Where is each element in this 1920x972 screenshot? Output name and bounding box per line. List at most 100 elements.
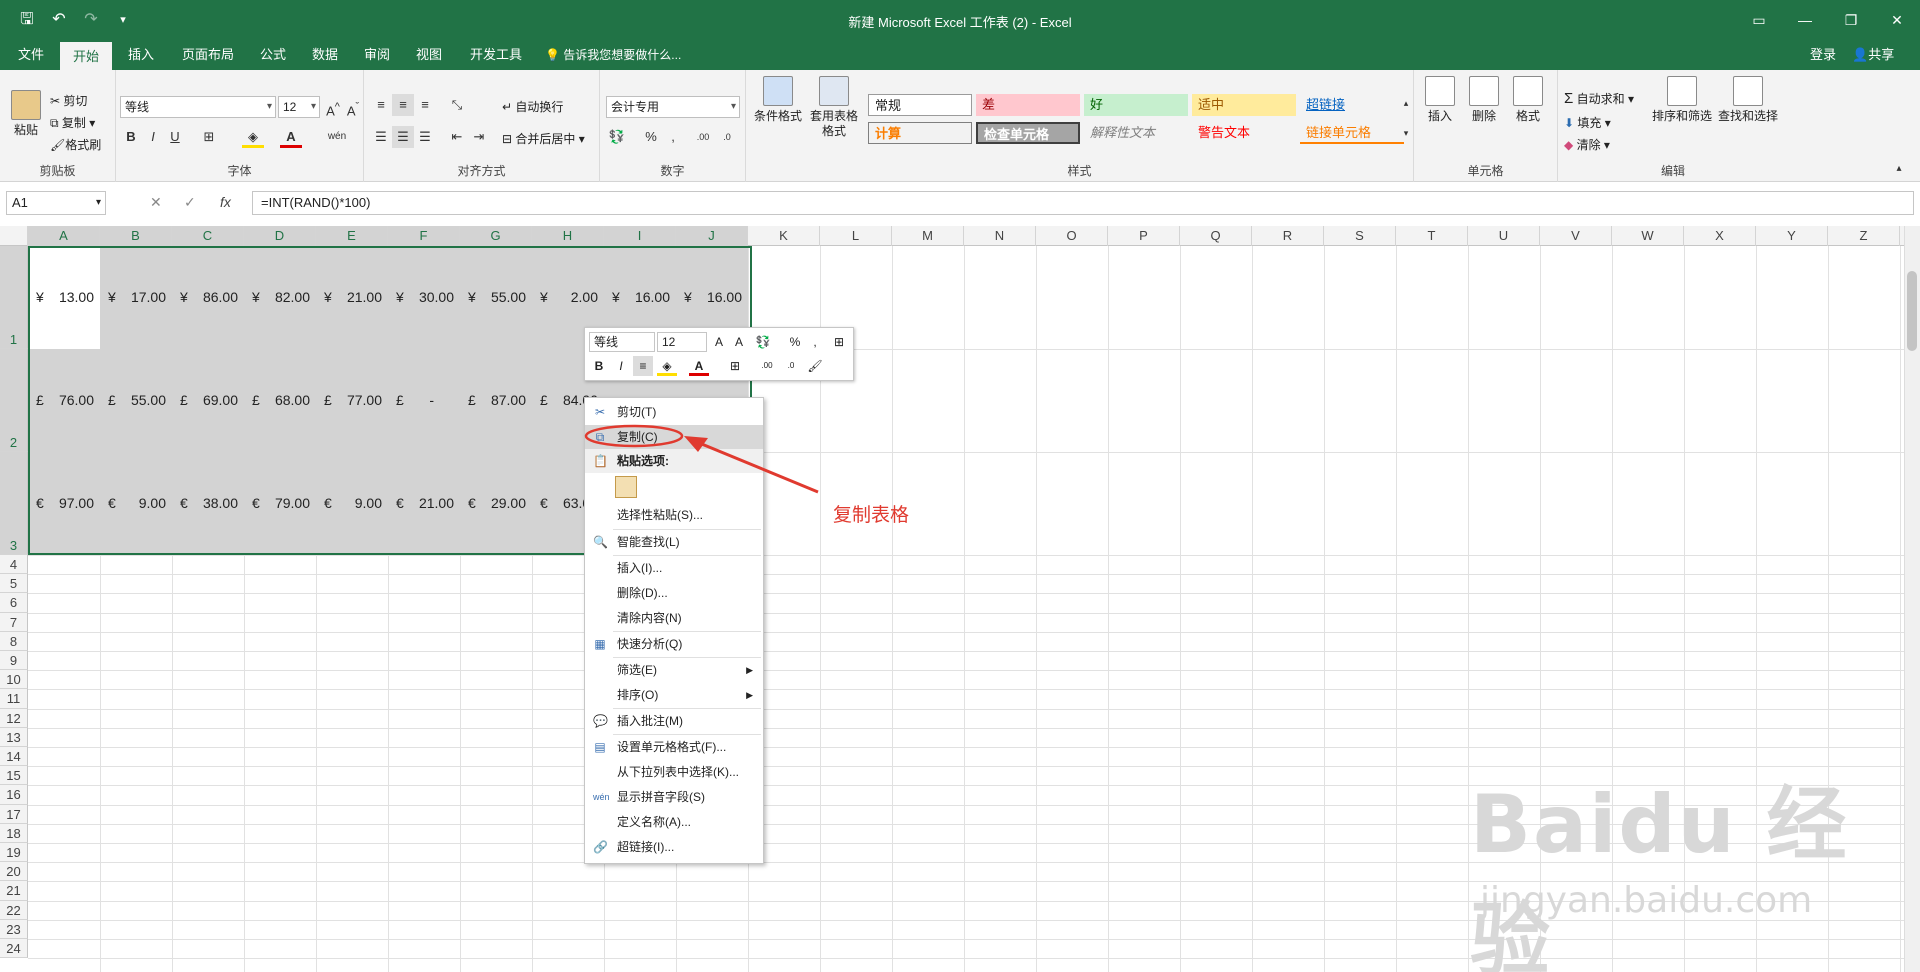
cell-g1[interactable]: ¥55.00 [460,288,532,308]
tab-insert[interactable]: 插入 [118,40,164,70]
row-header-14[interactable]: 14 [0,747,28,767]
column-header-q[interactable]: Q [1180,226,1252,246]
merge-center-button[interactable]: ⊟ 合并后居中 ▾ [502,130,585,147]
decrease-indent-icon[interactable]: ⇤ [446,126,468,148]
cell-e3[interactable]: €9.00 [316,494,388,514]
format-as-table-button[interactable]: 套用表格格式 [806,76,862,139]
cell-g2[interactable]: £87.00 [460,391,532,411]
style-warning[interactable]: 警告文本 [1192,122,1296,144]
column-header-t[interactable]: T [1396,226,1468,246]
increase-indent-icon[interactable]: ⇥ [468,126,490,148]
font-size-select[interactable]: 12 [278,96,320,118]
cell-b1[interactable]: ¥17.00 [100,288,172,308]
column-header-a[interactable]: A [28,226,100,246]
font-name-select[interactable]: 等线 [120,96,276,118]
row-header-12[interactable]: 12 [0,708,28,728]
cell-j1[interactable]: ¥16.00 [676,288,748,308]
paste-clipboard-icon[interactable] [615,476,637,498]
column-header-z[interactable]: Z [1828,226,1900,246]
orientation-icon[interactable]: ⤡ [446,94,468,116]
close-icon[interactable]: ✕ [1874,0,1920,40]
cell-i1[interactable]: ¥16.00 [604,288,676,308]
row-header-20[interactable]: 20 [0,862,28,882]
name-box[interactable]: A1 ▾ [6,191,106,215]
cell-a2[interactable]: £76.00 [28,391,100,411]
ribbon-display-icon[interactable]: ▭ [1736,0,1782,40]
row-header-4[interactable]: 4 [0,555,28,575]
restore-icon[interactable]: ❐ [1828,0,1874,40]
style-calculation[interactable]: 计算 [868,122,972,144]
menu-define-name[interactable]: 定义名称(A)... [585,810,763,834]
column-header-i[interactable]: I [604,226,676,246]
mini-size-select[interactable]: 12 [657,332,707,352]
enter-icon[interactable]: ✓ [184,194,196,211]
column-header-b[interactable]: B [100,226,172,246]
align-top-icon[interactable]: ≡ [370,94,392,116]
style-explanatory[interactable]: 解释性文本 [1084,122,1188,144]
cell-c3[interactable]: €38.00 [172,494,244,514]
cell-e2[interactable]: £77.00 [316,391,388,411]
shrink-font-icon[interactable]: Aˇ [342,96,364,118]
mini-font-select[interactable]: 等线 [589,332,655,352]
tab-file[interactable]: 文件 [8,40,54,70]
find-select-button[interactable]: 查找和选择 [1716,76,1780,124]
mini-shrink-font-icon[interactable]: A [729,332,749,352]
collapse-ribbon-icon[interactable]: ▴ [1888,158,1910,180]
tab-page-layout[interactable]: 页面布局 [172,40,244,70]
style-bad[interactable]: 差 [976,94,1080,116]
cell-c2[interactable]: £69.00 [172,391,244,411]
column-header-f[interactable]: F [388,226,460,246]
column-header-h[interactable]: H [532,226,604,246]
column-header-s[interactable]: S [1324,226,1396,246]
mini-grow-font-icon[interactable]: A [709,332,729,352]
mini-borders-icon[interactable]: ⊞ [725,356,745,376]
column-header-j[interactable]: J [676,226,748,246]
cell-a3[interactable]: €97.00 [28,494,100,514]
mini-decrease-decimal-icon[interactable]: .0 [781,356,801,376]
align-center-icon[interactable]: ☰ [392,126,414,148]
row-header-23[interactable]: 23 [0,919,28,939]
menu-paste-special[interactable]: 选择性粘贴(S)... [585,503,763,527]
column-header-m[interactable]: M [892,226,964,246]
italic-button[interactable]: I [142,126,164,148]
accounting-icon[interactable]: 💱 [606,126,628,148]
menu-format-cells[interactable]: ▤ 设置单元格格式(F)... [585,735,763,759]
mini-bold-icon[interactable]: B [589,356,609,376]
cell-d2[interactable]: £68.00 [244,391,316,411]
wrap-text-button[interactable]: ↵ 自动换行 [502,98,563,115]
row-header-18[interactable]: 18 [0,823,28,843]
tab-view[interactable]: 视图 [406,40,452,70]
mini-percent-icon[interactable]: % [785,332,805,352]
cell-f2[interactable]: £ - [388,391,460,411]
tab-developer[interactable]: 开发工具 [460,40,532,70]
phonetic-icon[interactable]: wén [326,126,348,148]
insert-function-icon[interactable]: fx [220,194,231,210]
scroll-thumb[interactable] [1907,271,1917,351]
cell-f1[interactable]: ¥30.00 [388,288,460,308]
menu-smart-lookup[interactable]: 🔍 智能查找(L) [585,530,763,554]
conditional-format-button[interactable]: 条件格式 [752,76,804,124]
format-painter-button[interactable]: 🖌格式刷 [50,136,101,153]
mini-center-icon[interactable]: ≡ [633,356,653,376]
cell-d1[interactable]: ¥82.00 [244,288,316,308]
menu-quick-analysis[interactable]: ▦ 快速分析(Q) [585,632,763,656]
delete-cells-button[interactable]: 删除 [1464,76,1504,124]
menu-cut[interactable]: ✂ 剪切(T) [585,400,763,424]
mini-italic-icon[interactable]: I [611,356,631,376]
align-left-icon[interactable]: ☰ [370,126,392,148]
borders-icon[interactable]: ⊞ [198,126,220,148]
row-header-2[interactable]: 2 [0,349,28,452]
column-header-x[interactable]: X [1684,226,1756,246]
insert-cells-button[interactable]: 插入 [1420,76,1460,124]
autosum-button[interactable]: Σ 自动求和 ▾ [1564,90,1634,107]
mini-font-color-icon[interactable]: A [689,356,709,376]
column-header-u[interactable]: U [1468,226,1540,246]
comma-icon[interactable]: , [662,126,684,148]
row-header-9[interactable]: 9 [0,651,28,671]
column-header-n[interactable]: N [964,226,1036,246]
mini-fill-color-icon[interactable]: ◈ [657,356,677,376]
minimize-icon[interactable]: — [1782,0,1828,40]
column-header-e[interactable]: E [316,226,388,246]
row-header-13[interactable]: 13 [0,727,28,747]
percent-button[interactable]: % [640,126,662,148]
